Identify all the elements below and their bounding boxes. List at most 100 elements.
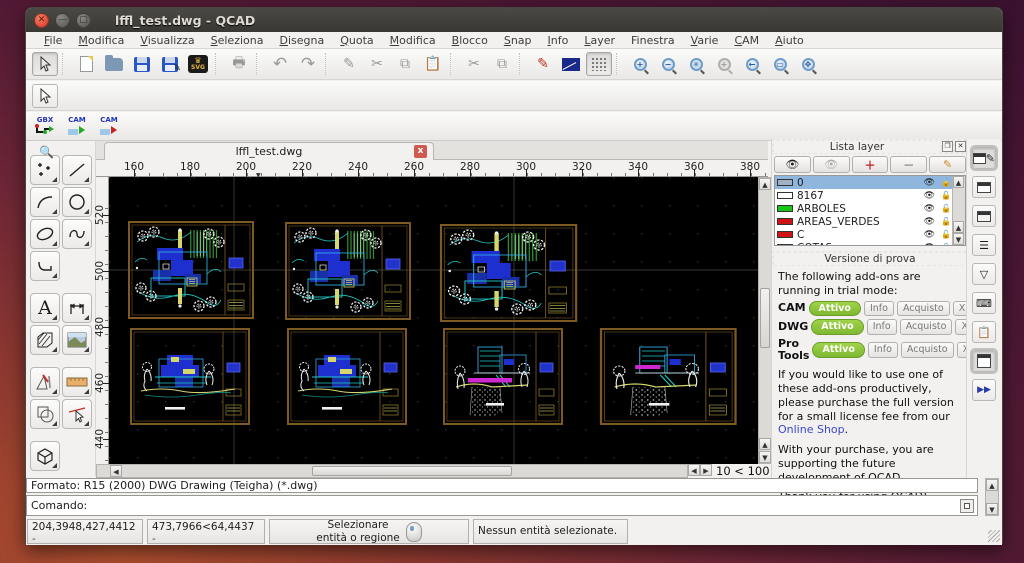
command-line[interactable]: Comando: [26,495,978,516]
scroll-up2-icon[interactable]: ▲ [953,221,964,233]
menu-finestra[interactable]: Finestra [623,33,683,48]
layer-list-scrollbar[interactable]: ▲ ▲ ▼ [952,176,965,245]
acquisto-button[interactable]: Acquisto [897,301,950,317]
menu-cam[interactable]: CAM [726,33,767,48]
menu-quota[interactable]: Quota [332,33,381,48]
view-list-toggle-icon[interactable] [972,205,996,227]
tab-close-icon[interactable]: x [414,145,427,158]
clipboard-panel-toggle-icon[interactable]: 📋 [972,321,996,343]
gbx-export-icon[interactable]: GBX [32,117,58,136]
undo-icon[interactable]: ↶ [267,52,293,76]
layer-row-areas-verdes[interactable]: AREAS_VERDES 👁 🔓 [775,215,965,228]
layer-panel-header[interactable]: Lista layer ❐ ✕ [772,139,968,154]
property-pencil-icon[interactable]: ✎ [530,52,556,76]
edit-layer-icon[interactable]: ✎ [929,156,966,173]
cam-export-icon[interactable]: CAM [64,117,90,136]
layer-color-swatch[interactable] [777,244,793,246]
spline-tool-icon[interactable] [62,219,92,249]
zoom-in-icon[interactable]: + [627,52,653,76]
grid-toggle-icon[interactable] [586,52,612,76]
line-settings-icon[interactable] [558,52,584,76]
scroll-down-icon[interactable]: ▼ [759,451,771,463]
layer-row-cotas[interactable]: COTAS 👁 🔓 [775,241,965,246]
trial-panel-header[interactable]: Versione di prova [772,251,968,266]
ellipse-tool-icon[interactable] [30,219,60,249]
menu-varie[interactable]: Varie [683,33,727,48]
menu-file[interactable]: File [36,33,70,48]
zoom-auto-icon[interactable]: ✳ [683,52,709,76]
layer-visible-icon[interactable]: 👁 [924,178,935,188]
scroll-arrow-pair[interactable]: ◀ ▶ [688,464,712,476]
layer-color-swatch[interactable] [777,205,793,212]
layer-visible-icon[interactable]: 👁 [924,204,935,214]
hide-all-layers-icon[interactable]: 👁 [813,156,850,173]
layer-color-swatch[interactable] [777,179,793,186]
attivo-button[interactable]: Attivo [811,319,863,335]
scroll-up-icon[interactable]: ▲ [953,176,964,188]
info-button[interactable]: Info [867,319,897,335]
online-shop-link[interactable]: Online Shop [778,423,845,436]
menu-modifica[interactable]: Modifica [70,33,132,48]
layer-visible-icon[interactable]: 👁 [924,217,935,227]
selection-filter-toggle-icon[interactable]: ▽ [972,263,996,285]
scroll-up2-icon[interactable]: ▲ [759,438,771,450]
menu-layer[interactable]: Layer [576,33,623,48]
horizontal-scroll-thumb[interactable] [312,466,512,476]
acquisto-button[interactable]: Acquisto [901,342,954,358]
canvas-horizontal-scrollbar[interactable]: ◀ [96,464,688,478]
info-button[interactable]: Info [864,301,894,317]
block-list-toggle-icon[interactable] [972,176,996,198]
cut-reference-icon[interactable]: ✂ [461,52,487,76]
save-icon[interactable] [129,52,155,76]
zoom-out-icon[interactable]: − [655,52,681,76]
zoom-window-icon[interactable]: ▭ [767,52,793,76]
acquisto-button[interactable]: Acquisto [900,319,953,335]
close-panel-icon[interactable]: ✕ [955,141,966,152]
property-editor-toggle-icon[interactable]: ☰ [972,234,996,256]
attivo-button[interactable]: Attivo [812,342,864,358]
layer-visible-icon[interactable]: 👁 [924,230,935,240]
new-file-icon[interactable] [73,52,99,76]
canvas-vertical-scrollbar[interactable]: ▲ ▲ ▼ [758,177,772,464]
drawing-canvas[interactable] [109,177,758,464]
title-bar[interactable]: ✕ — ▢ lffl_test.dwg - QCAD [26,8,1002,32]
layer-lock-icon[interactable]: 🔓 [941,204,951,213]
remove-layer-icon[interactable]: － [890,156,927,173]
menu-disegna[interactable]: Disegna [271,33,332,48]
copy-reference-icon[interactable]: ⧉ [489,52,515,76]
command-options-icon[interactable] [960,499,974,513]
format-bar[interactable]: Formato: R15 (2000) DWG Drawing (Teigha)… [26,478,978,493]
cut-icon[interactable]: ✂ [364,52,390,76]
open-file-icon[interactable] [101,52,127,76]
command-history-scrollbar[interactable]: ▲ ▼ [985,478,999,516]
window-resize-grip[interactable] [988,530,1000,542]
vertical-scroll-thumb[interactable] [760,288,770,348]
layer-lock-icon[interactable]: 🔓 [941,230,951,239]
minimize-window-icon[interactable]: — [55,13,70,28]
maximize-window-icon[interactable]: ▢ [76,13,91,28]
library-browser-toggle-icon[interactable] [972,350,996,372]
point-tool-icon[interactable] [30,155,60,185]
arc-tool-icon[interactable] [30,187,60,217]
scroll-up-icon[interactable]: ▲ [986,479,998,491]
layer-color-swatch[interactable] [777,231,793,238]
menu-aiuto[interactable]: Aiuto [767,33,812,48]
layer-row-c[interactable]: C 👁 🔓 [775,228,965,241]
box-3d-tool-icon[interactable] [30,441,60,471]
scroll-right-icon[interactable]: ▶ [700,464,712,476]
attivo-button[interactable]: Attivo [809,301,861,317]
layer-color-swatch[interactable] [777,192,793,199]
scroll-down-icon[interactable]: ▼ [953,233,964,245]
expand-dock-icon[interactable]: ▶▶ [972,379,996,401]
menu-seleziona[interactable]: Seleziona [203,33,272,48]
layer-lock-icon[interactable]: 🔓 [941,243,951,246]
layer-lock-icon[interactable]: 🔓 [941,217,951,226]
layer-visible-icon[interactable]: 👁 [924,191,935,201]
close-window-icon[interactable]: ✕ [34,13,49,28]
info-button[interactable]: Info [868,342,898,358]
scroll-left-icon[interactable]: ◀ [110,465,122,477]
modify-tool-icon[interactable] [62,399,92,429]
redo-icon[interactable]: ↷ [295,52,321,76]
menu-modifica2[interactable]: Modifica [382,33,444,48]
save-as-icon[interactable]: ✎ [157,52,183,76]
